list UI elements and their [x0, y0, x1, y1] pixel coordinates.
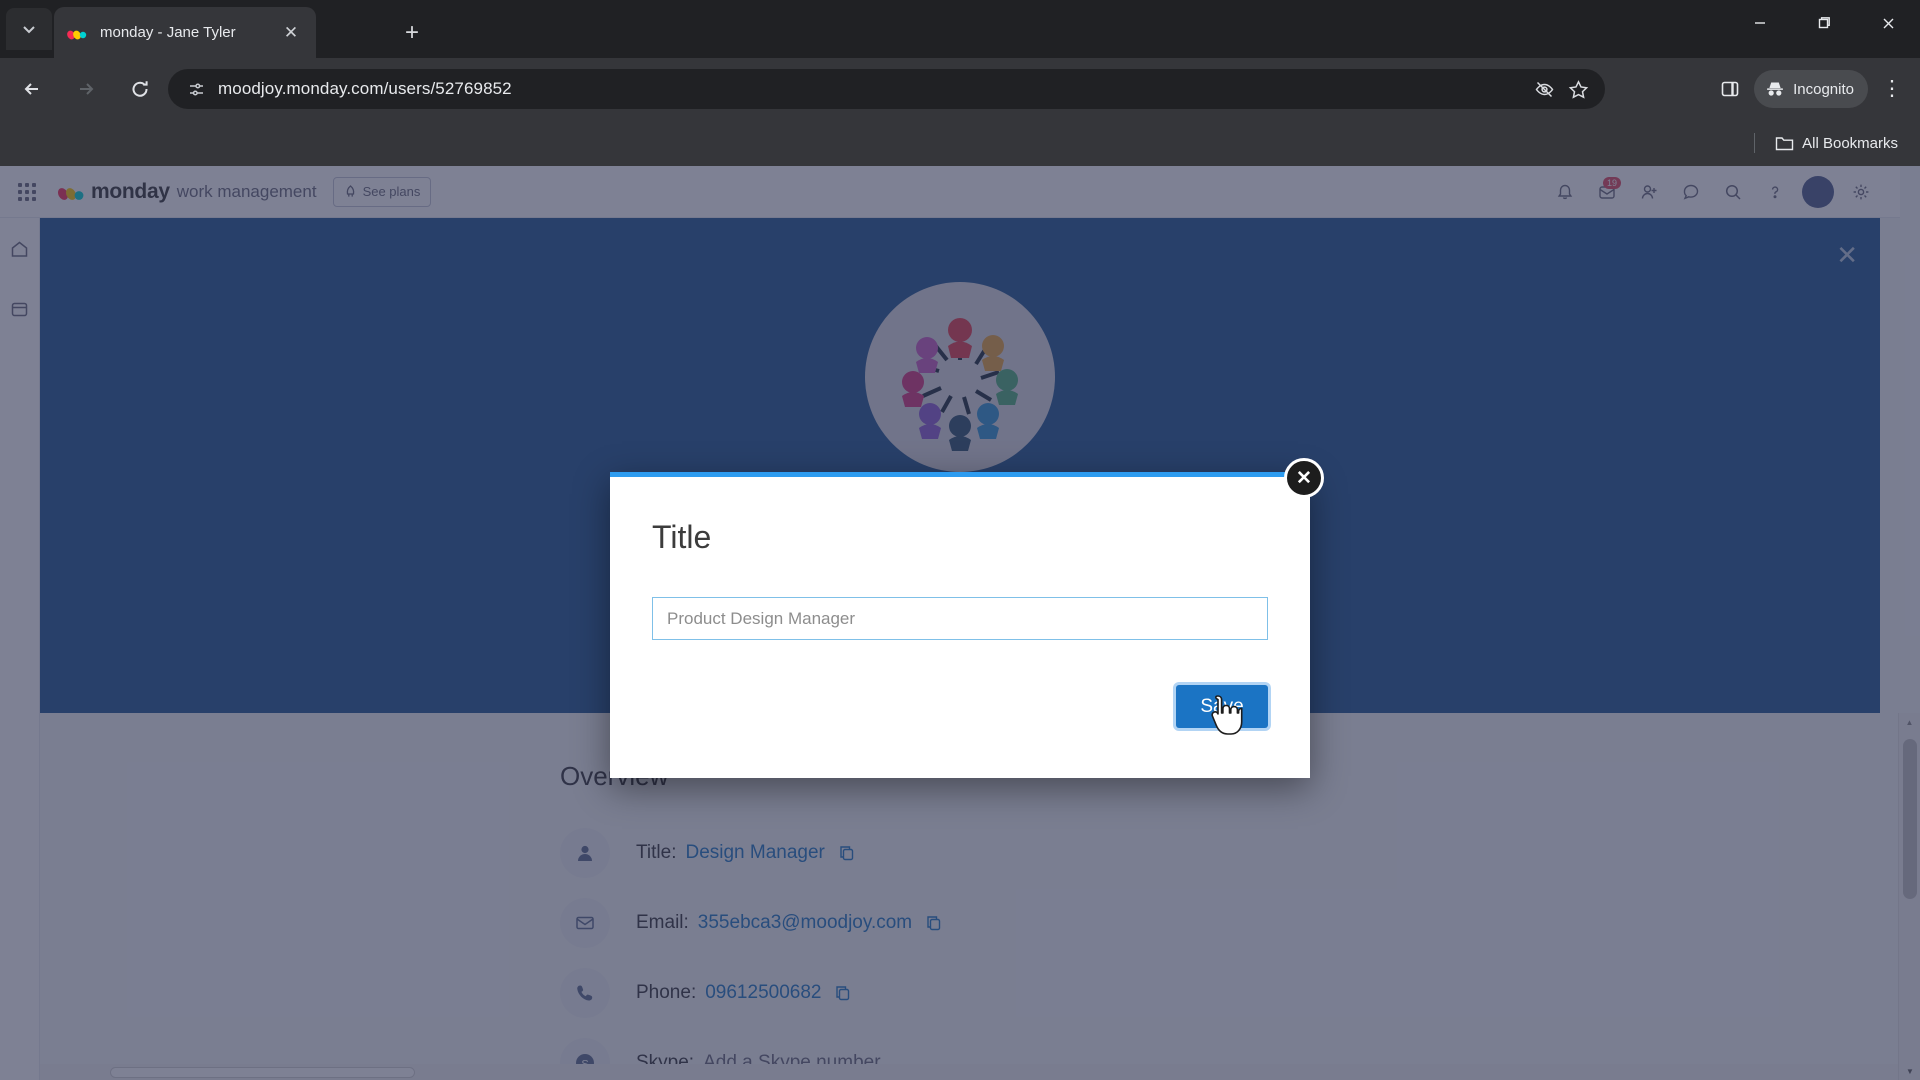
bookmarks-bar: All Bookmarks	[0, 120, 1920, 166]
window-controls	[1728, 0, 1920, 58]
tab-search-button[interactable]	[6, 8, 52, 50]
window-minimize-button[interactable]	[1728, 0, 1792, 46]
new-tab-button[interactable]: +	[395, 16, 429, 50]
address-bar[interactable]: moodjoy.monday.com/users/52769852	[168, 69, 1605, 109]
side-panel-button[interactable]	[1710, 69, 1750, 109]
side-panel-icon	[1721, 81, 1739, 97]
omnibox-actions	[1527, 73, 1595, 105]
incognito-label: Incognito	[1793, 80, 1854, 98]
minimize-icon	[1755, 22, 1765, 24]
star-icon	[1568, 79, 1588, 99]
incognito-indicator[interactable]: Incognito	[1754, 70, 1868, 108]
edit-title-dialog: Title Save	[610, 472, 1310, 778]
browser-tab-strip: monday - Jane Tyler ✕ +	[0, 0, 1920, 58]
dialog-close-button[interactable]: ✕	[1284, 458, 1324, 498]
all-bookmarks-label: All Bookmarks	[1802, 134, 1898, 152]
window-close-button[interactable]	[1856, 0, 1920, 46]
reload-button[interactable]	[118, 67, 162, 111]
save-button[interactable]: Save	[1176, 685, 1268, 728]
back-arrow-icon	[24, 83, 38, 95]
all-bookmarks-button[interactable]: All Bookmarks	[1775, 135, 1898, 152]
browser-tab[interactable]: monday - Jane Tyler ✕	[54, 7, 316, 58]
browser-menu-button[interactable]: ⋮	[1872, 69, 1912, 109]
tab-close-icon[interactable]: ✕	[278, 20, 304, 46]
bookmarks-divider	[1754, 133, 1756, 153]
incognito-hat-icon	[1767, 82, 1784, 96]
three-dots-icon: ⋮	[1881, 76, 1903, 100]
dialog-accent-bar	[610, 472, 1310, 477]
close-icon	[1883, 18, 1893, 28]
maximize-icon	[1818, 17, 1830, 29]
browser-toolbar: moodjoy.monday.com/users/52769852 Incogn…	[0, 58, 1920, 120]
forward-arrow-icon	[80, 83, 94, 95]
forward-button[interactable]	[64, 67, 108, 111]
site-settings-icon[interactable]	[182, 75, 210, 103]
chevron-down-icon	[23, 26, 35, 34]
screen: monday - Jane Tyler ✕ + moodjoy.monday.c…	[0, 0, 1920, 1080]
reload-icon	[132, 81, 148, 97]
bookmark-button[interactable]	[1561, 73, 1595, 105]
tab-title: monday - Jane Tyler	[100, 24, 236, 41]
window-maximize-button[interactable]	[1792, 0, 1856, 46]
address-bar-url: moodjoy.monday.com/users/52769852	[218, 79, 512, 98]
toolbar-right-actions: Incognito ⋮	[1710, 69, 1912, 109]
back-button[interactable]	[10, 67, 54, 111]
title-input[interactable]	[652, 597, 1268, 640]
tracking-protection-button[interactable]	[1527, 73, 1561, 105]
eye-slash-icon	[1535, 81, 1553, 97]
dialog-heading: Title	[652, 519, 712, 555]
monday-logo-icon	[66, 22, 88, 44]
folder-icon	[1775, 136, 1794, 150]
